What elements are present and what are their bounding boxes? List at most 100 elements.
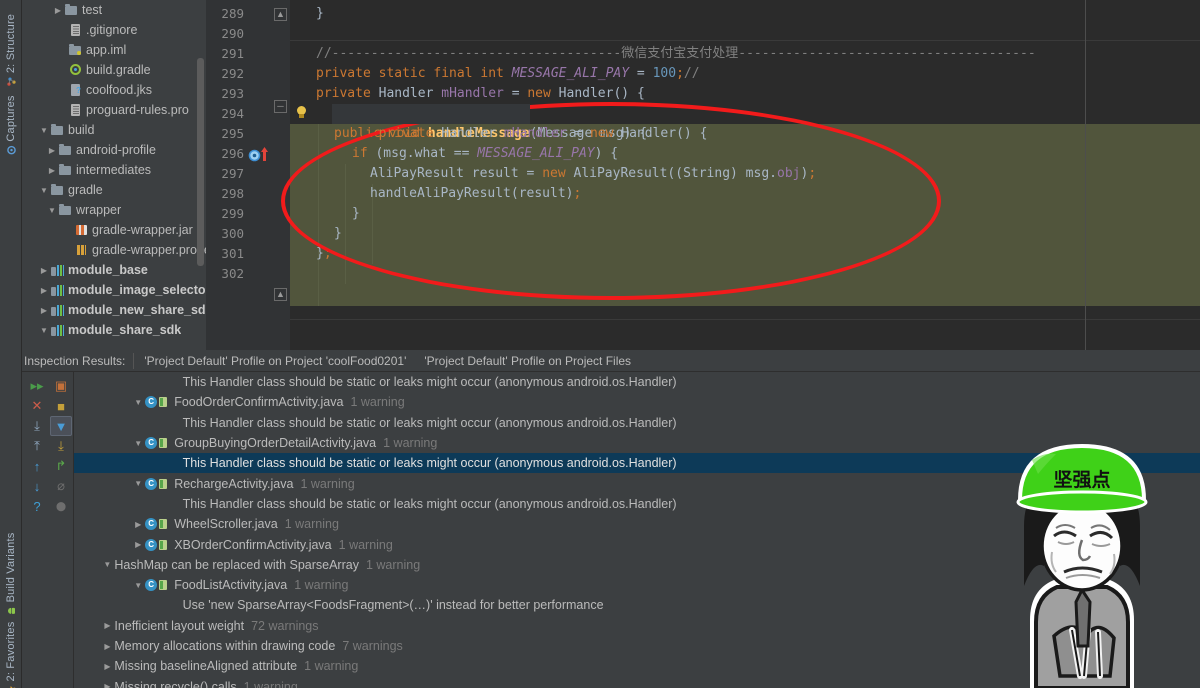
tree-arrow-collapsed-icon[interactable]: ▶ bbox=[38, 306, 50, 315]
inspection-row[interactable]: ▼ C FoodOrderConfirmActivity.java 1 warning bbox=[74, 392, 1200, 412]
tree-arrow-collapsed-icon[interactable]: ▶ bbox=[52, 6, 64, 15]
inspection-tab-project[interactable]: 'Project Default' Profile on Project 'co… bbox=[144, 354, 406, 368]
tool-window-structure[interactable]: 2: Structure bbox=[5, 14, 17, 86]
tree-arrow-expanded-icon[interactable]: ▼ bbox=[38, 326, 50, 335]
code-line[interactable]: } bbox=[290, 224, 1200, 244]
inspection-row[interactable]: This Handler class should be static or l… bbox=[74, 413, 1200, 433]
project-tree-scrollbar[interactable] bbox=[197, 58, 204, 266]
open-icon[interactable]: ↱ bbox=[50, 456, 72, 476]
code-line-293-overlay: private Handler mHandler = new Handler()… bbox=[378, 126, 708, 141]
tree-arrow-collapsed-icon[interactable]: ▶ bbox=[38, 286, 50, 295]
close-icon[interactable]: ✕ bbox=[26, 396, 48, 416]
tree-arrow-collapsed-icon[interactable]: ▶ bbox=[131, 520, 145, 529]
project-tree-item[interactable]: ▶ module_image_selector bbox=[22, 280, 206, 300]
collapse-icon[interactable]: ⤒ bbox=[26, 436, 48, 456]
tree-arrow-expanded-icon[interactable]: ▼ bbox=[46, 206, 58, 215]
tree-arrow-expanded-icon[interactable]: ▼ bbox=[131, 439, 145, 448]
tree-arrow-expanded-icon[interactable]: ▼ bbox=[131, 398, 145, 407]
fold-marker-top[interactable]: ▲ bbox=[274, 8, 287, 21]
inspection-row[interactable]: ▼ C GroupBuyingOrderDetailActivity.java 1 w… bbox=[74, 433, 1200, 453]
code-line[interactable]: if (msg.what == MESSAGE_ALI_PAY) { bbox=[290, 144, 1200, 164]
fold-marker-mid[interactable]: ─ bbox=[274, 100, 287, 113]
project-tree-item[interactable]: ▶ module_base bbox=[22, 260, 206, 280]
code-text-area[interactable]: } //-------------------------------------… bbox=[290, 0, 1200, 350]
download-icon[interactable]: ⤓ bbox=[50, 436, 72, 456]
tree-arrow-collapsed-icon[interactable]: ▶ bbox=[100, 662, 114, 671]
project-tree-item-label: module_new_share_sdk bbox=[68, 303, 206, 317]
inspection-row[interactable]: ▶ Missing recycle() calls 1 warning bbox=[74, 676, 1200, 688]
project-tree-item[interactable]: ▼ module_share_sdk bbox=[22, 320, 206, 340]
code-line[interactable]: } bbox=[290, 204, 1200, 224]
tree-arrow-collapsed-icon[interactable]: ▶ bbox=[46, 166, 58, 175]
project-tree-item[interactable]: app.iml bbox=[22, 40, 206, 60]
expand-all-icon[interactable]: ▸▸ bbox=[26, 376, 48, 396]
code-line[interactable]: //-------------------------------------微… bbox=[290, 44, 1200, 64]
code-editor[interactable]: 289 290 291 292 293 294 295 296 297 298 299 300 301 3… bbox=[206, 0, 1200, 350]
inspection-row[interactable]: This Handler class should be static or l… bbox=[74, 372, 1200, 392]
inspection-row-text: Memory allocations within drawing code bbox=[114, 639, 336, 653]
project-tree-item[interactable]: coolfood.jks bbox=[22, 80, 206, 100]
code-line[interactable]: AliPayResult result = new AliPayResult((… bbox=[290, 164, 1200, 184]
code-line[interactable]: }; bbox=[290, 244, 1200, 264]
tree-arrow-expanded-icon[interactable]: ▼ bbox=[131, 479, 145, 488]
inspection-row[interactable]: ▶ C WheelScroller.java 1 warning bbox=[74, 514, 1200, 534]
code-line[interactable]: private static final int MESSAGE_ALI_PAY… bbox=[290, 64, 1200, 84]
export-icon[interactable]: ■ bbox=[50, 396, 72, 416]
inspection-row[interactable]: ▶ Inefficient layout weight 72 warnings bbox=[74, 616, 1200, 636]
inspection-tab-project-files[interactable]: 'Project Default' Profile on Project Fil… bbox=[424, 354, 631, 368]
project-tree-panel[interactable]: ▶ test .gitignore app.iml build.gradle coolfo… bbox=[22, 0, 206, 350]
project-tree-item[interactable]: gradle-wrapper.properties bbox=[22, 240, 206, 260]
help-icon[interactable]: ? bbox=[26, 496, 48, 516]
tree-arrow-collapsed-icon[interactable]: ▶ bbox=[131, 540, 145, 549]
tree-arrow-collapsed-icon[interactable]: ▶ bbox=[100, 621, 114, 630]
code-line[interactable]: handleAliPayResult(result); bbox=[290, 184, 1200, 204]
inspection-row[interactable]: ▼ C RechargeActivity.java 1 warning bbox=[74, 473, 1200, 493]
tree-arrow-expanded-icon[interactable]: ▼ bbox=[100, 560, 114, 569]
project-tree-item[interactable]: ▶ test bbox=[22, 0, 206, 20]
suppress-icon[interactable]: ⌀ bbox=[50, 476, 72, 496]
tree-arrow-collapsed-icon[interactable]: ▶ bbox=[46, 146, 58, 155]
code-line[interactable]: private Handler mHandler = new Handler()… bbox=[290, 84, 1200, 104]
inspection-row-selected[interactable]: This Handler class should be static or l… bbox=[74, 453, 1200, 474]
inspection-row[interactable]: This Handler class should be static or l… bbox=[74, 494, 1200, 514]
next-occurrence-icon[interactable]: ↓ bbox=[26, 476, 48, 496]
inspection-row[interactable]: ▶ C XBOrderConfirmActivity.java 1 warning bbox=[74, 534, 1200, 554]
inspection-row[interactable]: ▶ Memory allocations within drawing code 7… bbox=[74, 636, 1200, 656]
tree-arrow-expanded-icon[interactable]: ▼ bbox=[38, 186, 50, 195]
tree-arrow-collapsed-icon[interactable]: ▶ bbox=[100, 682, 114, 688]
project-tree-item[interactable]: proguard-rules.pro bbox=[22, 100, 206, 120]
project-tree-item[interactable]: gradle-wrapper.jar bbox=[22, 220, 206, 240]
java-class-icon: C bbox=[145, 396, 158, 409]
filter-icon[interactable]: ▼ bbox=[50, 416, 72, 436]
project-tree-item[interactable]: ▼ build bbox=[22, 120, 206, 140]
tool-window-build-variants[interactable]: Build Variants bbox=[5, 533, 17, 616]
tree-arrow-expanded-icon[interactable]: ▼ bbox=[38, 126, 50, 135]
project-tree-item[interactable]: ▶ module_new_share_sdk bbox=[22, 300, 206, 320]
tree-arrow-collapsed-icon[interactable]: ▶ bbox=[38, 266, 50, 275]
project-tree-item[interactable]: ▼ gradle bbox=[22, 180, 206, 200]
inspection-row[interactable]: ▼ HashMap can be replaced with SparseArra… bbox=[74, 555, 1200, 575]
editor-gutter[interactable]: 289 290 291 292 293 294 295 296 297 298 299 300 301 3… bbox=[206, 0, 290, 350]
prev-occurrence-icon[interactable]: ↑ bbox=[26, 456, 48, 476]
group-by-severity-icon[interactable]: ▣ bbox=[50, 376, 72, 396]
tool-window-captures[interactable]: Captures bbox=[5, 95, 17, 155]
tree-arrow-collapsed-icon[interactable]: ▶ bbox=[100, 642, 114, 651]
project-tree-item[interactable]: build.gradle bbox=[22, 60, 206, 80]
inspection-row[interactable]: Use 'new SparseArray<FoodsFragment>(…)' … bbox=[74, 595, 1200, 615]
inspection-tree[interactable]: This Handler class should be static or l… bbox=[74, 372, 1200, 688]
code-line[interactable] bbox=[290, 24, 1200, 44]
code-line[interactable] bbox=[290, 264, 1200, 284]
inspection-row[interactable]: ▶ Missing baselineAligned attribute 1 warn… bbox=[74, 656, 1200, 676]
file-icon-glyph bbox=[71, 104, 80, 116]
project-tree-item[interactable]: .gitignore bbox=[22, 20, 206, 40]
lightbulb-icon[interactable]: ⬤ bbox=[50, 496, 72, 516]
fold-marker-bottom[interactable]: ▲ bbox=[274, 288, 287, 301]
code-line[interactable]: } bbox=[290, 4, 1200, 24]
tool-window-favorites[interactable]: 2: Favorites bbox=[5, 622, 17, 688]
project-tree-item[interactable]: ▼ wrapper bbox=[22, 200, 206, 220]
inspection-row[interactable]: ▼ C FoodListActivity.java 1 warning bbox=[74, 575, 1200, 595]
expand-icon[interactable]: ⤓ bbox=[26, 416, 48, 436]
project-tree-item[interactable]: ▶ android-profile bbox=[22, 140, 206, 160]
tree-arrow-expanded-icon[interactable]: ▼ bbox=[131, 581, 145, 590]
project-tree-item[interactable]: ▶ intermediates bbox=[22, 160, 206, 180]
